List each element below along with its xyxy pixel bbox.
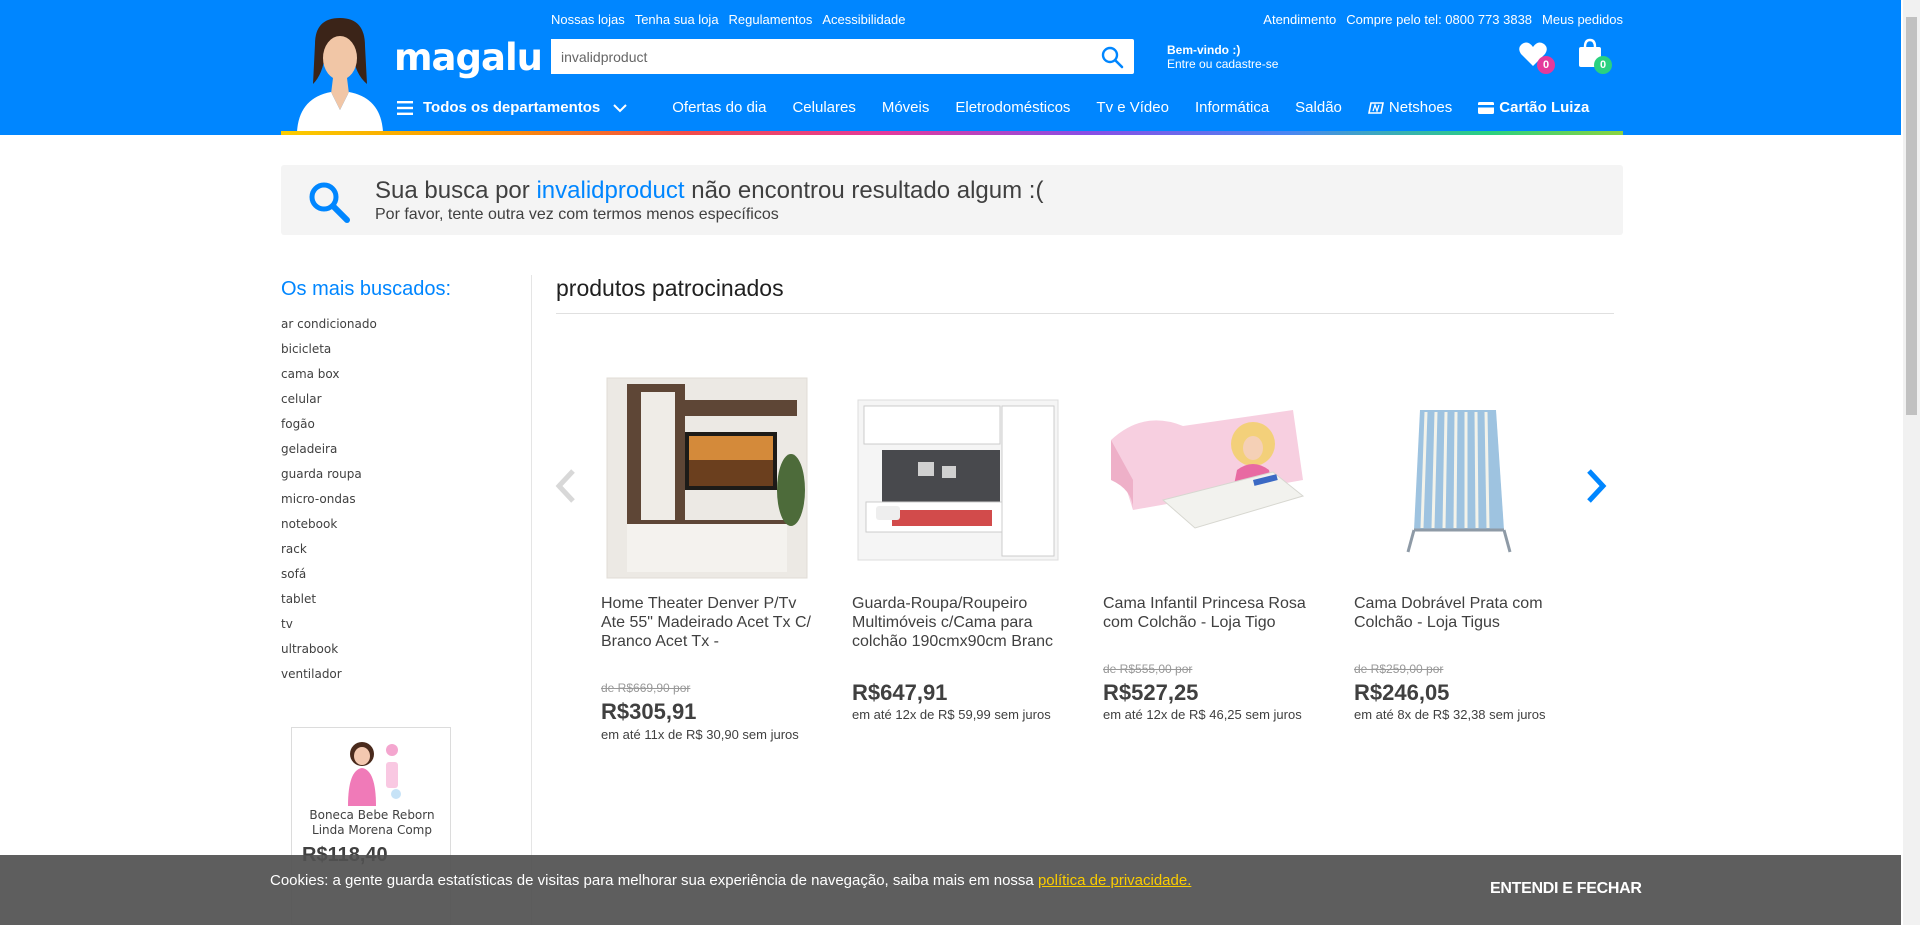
no-results-banner: Sua busca por invalidproduct não encontr…: [281, 165, 1623, 235]
no-results-suffix: não encontrou resultado algum :(: [691, 177, 1044, 204]
most-searched-item[interactable]: geladeira: [281, 442, 377, 467]
most-searched-item[interactable]: tablet: [281, 592, 377, 617]
princess-bed-image: [1109, 390, 1309, 570]
link-nossas-lojas[interactable]: Nossas lojas: [551, 12, 625, 27]
ad-product-name: Boneca Bebe Reborn Linda Morena Comp: [309, 808, 435, 837]
most-searched-item[interactable]: fogão: [281, 417, 377, 442]
nav-moveis[interactable]: Móveis: [882, 99, 930, 116]
header: magalu Nossas lojas Tenha sua loja Regul…: [0, 0, 1901, 135]
top-links-left: Nossas lojas Tenha sua loja Regulamentos…: [551, 12, 905, 27]
product-old-price: de R$259,00 por: [1354, 662, 1444, 676]
search-input[interactable]: [551, 39, 1091, 74]
cookie-message: Cookies: a gente guarda estatísticas de …: [270, 871, 1222, 890]
account-login-link[interactable]: Bem-vindo :) Entre ou cadastre-se: [1167, 43, 1278, 71]
no-results-hint: Por favor, tente outra vez com termos me…: [375, 206, 779, 223]
product-installments: em até 12x de R$ 59,99 sem juros: [852, 707, 1051, 722]
product-installments: em até 12x de R$ 46,25 sem juros: [1103, 707, 1302, 722]
cookie-banner: Cookies: a gente guarda estatísticas de …: [0, 855, 1901, 925]
product-price: R$246,05: [1354, 680, 1450, 705]
most-searched-title: Os mais buscados:: [281, 278, 452, 300]
accept-cookies-button[interactable]: ENTENDI E FECHAR: [1490, 880, 1642, 898]
product-installments: em até 11x de R$ 30,90 sem juros: [601, 727, 799, 742]
most-searched-item[interactable]: ar condicionado: [281, 317, 377, 342]
cart-button[interactable]: 0: [1577, 38, 1617, 76]
nav-ofertas-do-dia[interactable]: Ofertas do dia: [672, 99, 766, 116]
product-name: Cama Dobrável Prata com Colchão - Loja T…: [1354, 595, 1543, 631]
nav-netshoes[interactable]: Netshoes: [1367, 99, 1453, 116]
sponsored-title: produtos patrocinados: [556, 275, 784, 301]
product-old-price: de R$669,90 por: [601, 681, 691, 695]
product-name: Guarda-Roupa/Roupeiro Multimóveis c/Cama…: [852, 595, 1053, 650]
doll-product-image: [348, 742, 401, 806]
nav-informatica[interactable]: Informática: [1195, 99, 1269, 116]
top-links-right: Atendimento Compre pelo tel: 0800 773 38…: [1263, 12, 1623, 27]
search-term: invalidproduct: [536, 177, 685, 204]
most-searched-item[interactable]: ventilador: [281, 667, 377, 692]
most-searched-item[interactable]: tv: [281, 617, 377, 642]
no-results-prefix: Sua busca por: [375, 177, 530, 204]
magalu-logo[interactable]: magalu: [394, 36, 543, 79]
main-nav: Todos os departamentos Ofertas do dia Ce…: [397, 99, 1615, 116]
most-searched-item[interactable]: bicicleta: [281, 342, 377, 367]
welcome-text: Bem-vindo :): [1167, 43, 1241, 57]
product-installments: em até 8x de R$ 32,38 sem juros: [1354, 707, 1546, 722]
page-scrollbar[interactable]: [1903, 0, 1920, 925]
netshoes-label: Netshoes: [1388, 99, 1453, 116]
favorites-button[interactable]: 0: [1518, 40, 1558, 76]
rainbow-stripe: [281, 131, 1623, 135]
signin-text: Entre ou cadastre-se: [1167, 57, 1279, 71]
product-price: R$305,91: [601, 699, 697, 724]
nav-saldao[interactable]: Saldão: [1295, 99, 1342, 116]
credit-card-icon: [1478, 101, 1495, 114]
header-inner: magalu Nossas lojas Tenha sua loja Regul…: [281, 0, 1623, 135]
link-acessibilidade[interactable]: Acessibilidade: [822, 12, 905, 27]
folding-bed-image: [1360, 400, 1560, 560]
column-divider: [531, 275, 532, 925]
netshoes-icon: [1367, 101, 1384, 114]
departments-menu[interactable]: Todos os departamentos: [397, 99, 628, 116]
no-results-message: Sua busca por invalidproduct não encontr…: [375, 177, 1043, 205]
product-name: Cama Infantil Princesa Rosa com Colchão …: [1103, 595, 1306, 631]
cookie-text: Cookies: a gente guarda estatísticas de …: [270, 872, 1034, 889]
search-icon: [309, 182, 350, 223]
departments-label: Todos os departamentos: [423, 99, 601, 116]
product-old-price: de R$555,00 por: [1103, 662, 1193, 676]
cartao-luiza-label: Cartão Luiza: [1499, 99, 1590, 116]
link-tenha-sua-loja[interactable]: Tenha sua loja: [635, 12, 719, 27]
most-searched-item[interactable]: cama box: [281, 367, 377, 392]
link-regulamentos[interactable]: Regulamentos: [729, 12, 813, 27]
chevron-down-icon: [613, 103, 627, 112]
search-box: [551, 39, 1134, 74]
search-icon[interactable]: [1100, 45, 1124, 69]
product-price: R$647,91: [852, 680, 948, 705]
wardrobe-bed-image: [857, 399, 1059, 561]
lu-avatar-image: [297, 18, 383, 132]
link-compre-pelo-tel[interactable]: Compre pelo tel: 0800 773 3838: [1346, 12, 1532, 27]
nav-celulares[interactable]: Celulares: [792, 99, 855, 116]
most-searched-item[interactable]: celular: [281, 392, 377, 417]
nav-tv-e-video[interactable]: Tv e Vídeo: [1096, 99, 1169, 116]
carousel-prev-arrow-icon[interactable]: [553, 468, 579, 504]
privacy-policy-link[interactable]: política de privacidade.: [1038, 872, 1191, 889]
most-searched-list: ar condicionado bicicleta cama box celul…: [281, 317, 377, 692]
product-name: Home Theater Denver P/Tv Ate 55" Madeira…: [601, 595, 811, 650]
nav-cartao-luiza[interactable]: Cartão Luiza: [1478, 99, 1589, 116]
most-searched-item[interactable]: rack: [281, 542, 377, 567]
favorites-count-badge: 0: [1537, 56, 1555, 74]
most-searched-item[interactable]: guarda roupa: [281, 467, 377, 492]
most-searched-item[interactable]: notebook: [281, 517, 377, 542]
carousel-next-arrow-icon[interactable]: [1583, 468, 1609, 504]
most-searched-item[interactable]: micro-ondas: [281, 492, 377, 517]
nav-eletrodomesticos[interactable]: Eletrodomésticos: [955, 99, 1070, 116]
product-price: R$527,25: [1103, 680, 1199, 705]
most-searched-item[interactable]: sofá: [281, 567, 377, 592]
link-atendimento[interactable]: Atendimento: [1263, 12, 1336, 27]
most-searched-item[interactable]: ultrabook: [281, 642, 377, 667]
cart-count-badge: 0: [1594, 56, 1612, 74]
hamburger-icon: [397, 100, 413, 115]
link-meus-pedidos[interactable]: Meus pedidos: [1542, 12, 1623, 27]
home-theater-image: [606, 377, 808, 579]
sponsored-divider: [556, 313, 1614, 314]
scrollbar-thumb[interactable]: [1906, 17, 1917, 415]
